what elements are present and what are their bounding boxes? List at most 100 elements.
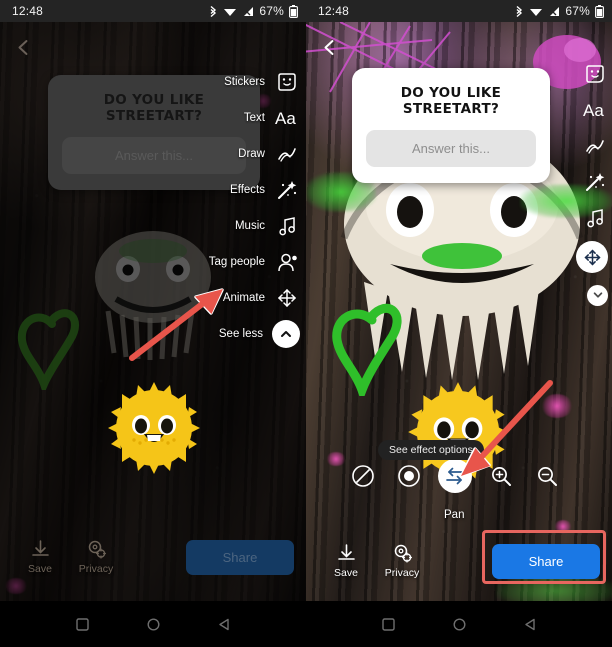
sidebar-item-effects[interactable]: Effects	[209, 172, 300, 208]
text-aa-icon: Aa	[274, 105, 300, 131]
left-phone-screen: 12:48 67% DO YOU LIKE STREETART? Answer …	[0, 0, 306, 647]
battery-icon	[289, 4, 298, 18]
sticker-face-icon	[582, 61, 608, 87]
privacy-label: Privacy	[78, 563, 114, 575]
pan-button[interactable]	[438, 459, 472, 493]
back-arrow-icon	[324, 39, 333, 55]
battery-percent: 67%	[565, 4, 590, 18]
svg-text:Aa: Aa	[583, 101, 604, 120]
question-sticker-answer-field[interactable]: Answer this...	[366, 130, 536, 167]
privacy-button[interactable]: Privacy	[68, 539, 124, 575]
story-canvas-left[interactable]: DO YOU LIKE STREETART? Answer this... St…	[0, 22, 306, 601]
privacy-gear-icon	[394, 544, 412, 563]
sidebar-item-draw[interactable]	[576, 128, 608, 164]
sidebar-item-animate[interactable]	[576, 236, 608, 278]
recents-button[interactable]	[381, 617, 396, 632]
focus-button[interactable]	[392, 459, 426, 493]
wifi-icon	[224, 8, 237, 16]
home-button[interactable]	[452, 617, 467, 632]
status-bar-left: 12:48 67%	[0, 0, 306, 22]
status-bar-right: 12:48 67%	[306, 0, 612, 22]
android-nav-bar-left	[0, 601, 306, 647]
sidebar-item-stickers[interactable]: Stickers	[209, 64, 300, 100]
no-effect-button[interactable]	[346, 459, 380, 493]
wifi-icon	[530, 8, 543, 16]
right-phone-screen: 12:48 67% DO YOU LIKE STREETART? Answer …	[306, 0, 612, 647]
android-nav-bar-right	[306, 601, 612, 647]
sidebar-item-tag-people[interactable]: Tag people	[209, 244, 300, 280]
save-button[interactable]: Save	[12, 539, 68, 575]
rail-label: Effects	[230, 184, 265, 196]
download-icon	[337, 544, 355, 560]
tool-rail-right: Aa	[576, 56, 608, 312]
sidebar-item-animate[interactable]: Animate	[209, 280, 300, 316]
save-label: Save	[28, 563, 52, 575]
rail-label: Music	[234, 220, 265, 232]
slash-circle-icon	[352, 465, 374, 487]
sidebar-item-text[interactable]: Aa	[576, 92, 608, 128]
save-button[interactable]: Save	[318, 543, 374, 579]
chevron-up-icon	[272, 320, 300, 348]
back-arrow-button[interactable]	[316, 34, 342, 60]
sidebar-item-stickers[interactable]	[576, 56, 608, 92]
green-heart-graffiti	[328, 294, 406, 404]
download-icon	[31, 540, 49, 556]
bluetooth-icon	[210, 5, 217, 17]
chevron-down-icon	[587, 284, 608, 306]
magnifier-minus-icon	[538, 467, 557, 486]
sun-emoji-sticker[interactable]	[106, 380, 202, 481]
effect-options-tooltip: See effect options	[378, 440, 484, 460]
cellular-signal-icon	[244, 6, 254, 16]
text-aa-icon: Aa	[582, 97, 608, 123]
sidebar-item-see-more[interactable]	[576, 278, 608, 312]
share-button-left[interactable]: Share	[186, 539, 294, 575]
story-canvas-right[interactable]: DO YOU LIKE STREETART? Answer this... Aa	[306, 22, 612, 601]
sidebar-item-music[interactable]	[576, 200, 608, 236]
status-icons: 67%	[208, 4, 298, 18]
cellular-signal-icon	[550, 6, 560, 16]
animate-move-icon	[274, 285, 300, 311]
draw-squiggle-icon	[274, 141, 300, 167]
back-arrow-button[interactable]	[10, 34, 36, 60]
sidebar-item-effects[interactable]	[576, 164, 608, 200]
sticker-face-icon	[274, 69, 300, 95]
back-button[interactable]	[217, 617, 232, 632]
privacy-label: Privacy	[384, 567, 420, 579]
effects-wand-icon	[274, 177, 300, 203]
filled-dot-icon	[398, 465, 420, 487]
rail-label: Stickers	[224, 76, 265, 88]
share-button-highlight	[482, 530, 606, 584]
status-clock: 12:48	[12, 4, 44, 18]
back-arrow-icon	[18, 39, 27, 55]
effect-caption: Pan	[444, 509, 465, 521]
draw-squiggle-icon	[582, 133, 608, 159]
rail-label: Text	[243, 112, 265, 124]
recents-button[interactable]	[75, 617, 90, 632]
sidebar-item-see-less[interactable]: See less	[209, 316, 300, 352]
save-label: Save	[334, 567, 358, 579]
music-note-icon	[274, 213, 300, 239]
sidebar-item-text[interactable]: Text Aa	[209, 100, 300, 136]
bluetooth-icon	[516, 5, 523, 17]
zoom-out-button[interactable]	[530, 459, 564, 493]
question-sticker-right[interactable]: DO YOU LIKE STREETART? Answer this...	[352, 68, 550, 183]
rail-label: Tag people	[208, 256, 265, 268]
back-button[interactable]	[523, 617, 538, 632]
sidebar-item-music[interactable]: Music	[209, 208, 300, 244]
privacy-button[interactable]: Privacy	[374, 543, 430, 579]
tag-person-icon	[274, 249, 300, 275]
effects-wand-icon	[582, 169, 608, 195]
music-note-icon	[582, 205, 608, 231]
animate-move-icon	[576, 241, 608, 273]
sidebar-item-draw[interactable]: Draw	[209, 136, 300, 172]
effects-toolbar	[346, 459, 564, 493]
question-sticker-title: DO YOU LIKE STREETART?	[400, 85, 502, 117]
pan-arrows-icon	[446, 467, 464, 485]
privacy-gear-icon	[88, 540, 106, 559]
rail-label: Animate	[222, 292, 265, 304]
tool-rail-left: Stickers Text Aa Draw Effects Music Tag …	[209, 64, 300, 352]
home-button[interactable]	[146, 617, 161, 632]
zoom-in-button[interactable]	[484, 459, 518, 493]
rail-label: Draw	[238, 148, 265, 160]
status-clock: 12:48	[318, 4, 350, 18]
